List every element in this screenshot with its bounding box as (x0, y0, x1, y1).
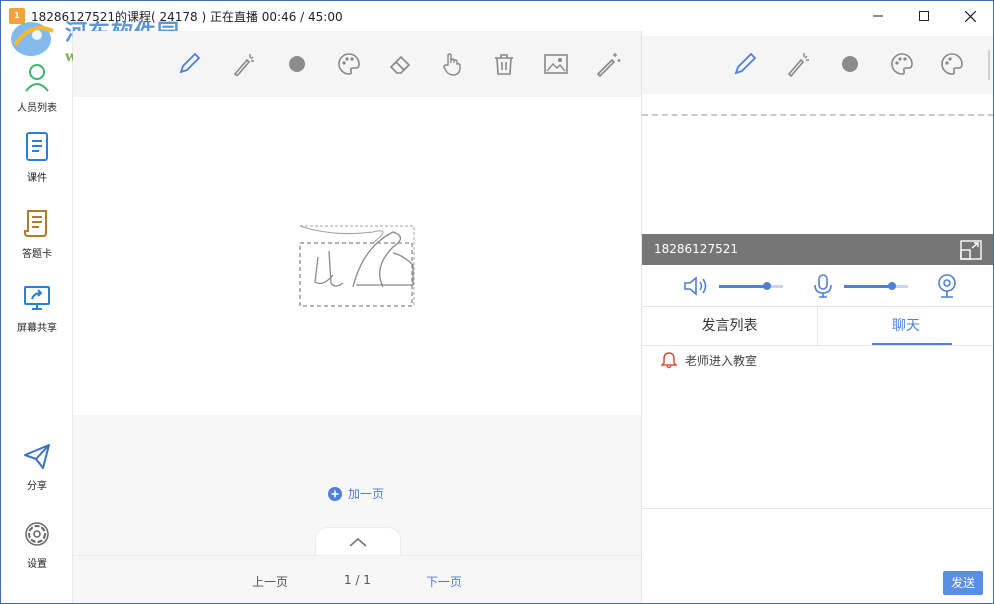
color-tool[interactable] (888, 50, 916, 78)
palette-icon (941, 53, 963, 75)
speaker-button[interactable] (682, 273, 710, 299)
clear-tool[interactable] (491, 51, 517, 77)
next-page-button[interactable]: 下一页 (426, 573, 462, 590)
video-info-bar: 18286127521 (642, 234, 993, 265)
page-thumbnail-area: 加一页 (73, 415, 641, 555)
sidebar-item-courseware[interactable]: 课件 (1, 131, 73, 184)
image-tool[interactable] (543, 51, 569, 77)
app-icon: 1 (9, 8, 25, 24)
maximize-icon (919, 11, 929, 21)
eraser-icon (389, 55, 411, 74)
page-indicator: 1 / 1 (344, 573, 371, 587)
whiteboard-toolbar (73, 31, 641, 97)
sidebar-item-answer-card[interactable]: 答题卡 (1, 207, 73, 260)
sidebar: 人员列表 课件 答题卡 屏幕共享 分享 设置 (1, 31, 73, 603)
plus-circle-icon (328, 486, 342, 501)
hand-icon (443, 53, 461, 76)
sidebar-item-label: 课件 (27, 173, 47, 184)
sidebar-item-screen-share[interactable]: 屏幕共享 (1, 283, 73, 334)
answer-card-icon (24, 210, 47, 237)
av-controls (642, 265, 993, 307)
camera-button[interactable] (933, 273, 961, 299)
trash-icon (495, 54, 513, 75)
speaker-volume-slider[interactable] (719, 282, 783, 290)
dot-icon (289, 56, 305, 72)
laser-tool[interactable] (784, 50, 812, 78)
gear-icon (25, 522, 49, 546)
prev-page-button[interactable]: 上一页 (252, 573, 288, 590)
app-window: 1 18286127521的课程( 24178 ) 正在直播 00:46 / 4… (0, 0, 994, 604)
stroke-size-tool[interactable] (836, 50, 864, 78)
maximize-button[interactable] (901, 1, 947, 31)
dashed-divider (642, 114, 993, 116)
laser-pointer-icon (787, 53, 809, 77)
speaker-volume-knob[interactable] (763, 282, 771, 290)
minimize-button[interactable] (855, 1, 901, 31)
palette-icon (338, 53, 360, 75)
close-icon (964, 10, 976, 22)
add-page-button[interactable]: 加一页 (327, 485, 384, 502)
pager: 上一页 1 / 1 下一页 (73, 555, 641, 603)
stroke-size-tool[interactable] (284, 51, 310, 77)
mic-volume-knob[interactable] (888, 282, 896, 290)
tab-chat[interactable]: 聊天 (818, 307, 993, 345)
collapse-thumbnails-button[interactable] (315, 527, 401, 555)
bell-icon (661, 352, 677, 369)
sidebar-item-share[interactable]: 分享 (1, 441, 73, 492)
sidebar-item-label: 人员列表 (17, 103, 57, 114)
sidebar-item-label: 答题卡 (22, 249, 52, 260)
laser-tool[interactable] (230, 51, 256, 77)
color-tool-2[interactable] (938, 50, 966, 78)
chat-message: 老师进入教室 (661, 351, 757, 369)
microphone-icon (814, 274, 832, 298)
screen-share-icon (24, 286, 50, 310)
close-button[interactable] (947, 1, 993, 31)
magic-tool[interactable] (595, 51, 621, 77)
chat-input-area[interactable]: 发送 (642, 508, 993, 603)
expand-icon[interactable] (960, 240, 982, 260)
video-user-id: 18286127521 (654, 242, 738, 256)
webcam-icon (938, 274, 956, 298)
courseware-icon (26, 132, 48, 161)
panel-tabs: 发言列表 聊天 (642, 307, 993, 346)
toolbar-scrollbar[interactable] (988, 50, 990, 80)
whiteboard-drawing (299, 225, 415, 307)
people-icon (25, 64, 49, 92)
tab-speaking-list[interactable]: 发言列表 (642, 307, 818, 345)
laser-pointer-icon (233, 54, 254, 76)
send-button[interactable]: 发送 (943, 571, 983, 595)
sidebar-item-settings[interactable]: 设置 (1, 519, 73, 570)
pen-tool[interactable] (176, 51, 202, 77)
mic-button[interactable] (809, 273, 837, 299)
active-tab-indicator (872, 343, 952, 345)
right-panel-toolbar (642, 36, 993, 94)
sidebar-item-people[interactable]: 人员列表 (1, 61, 73, 114)
pen-tool[interactable] (731, 50, 759, 78)
eraser-tool[interactable] (387, 51, 413, 77)
minimize-icon (873, 15, 883, 17)
pen-icon (734, 52, 757, 75)
palette-icon (891, 53, 913, 75)
magic-wand-icon (596, 53, 621, 77)
chevron-up-icon (349, 537, 367, 547)
dot-icon (842, 56, 858, 72)
speaker-volume-fill (719, 285, 767, 288)
sidebar-item-label: 屏幕共享 (17, 323, 57, 334)
mic-volume-fill (844, 285, 892, 288)
paper-plane-icon (24, 444, 50, 469)
window-title: 18286127521的课程( 24178 ) 正在直播 00:46 / 45:… (31, 10, 343, 24)
hand-tool[interactable] (439, 51, 465, 77)
add-page-label: 加一页 (348, 487, 385, 501)
speaker-icon (684, 276, 707, 296)
sidebar-item-label: 分享 (27, 481, 47, 492)
pen-icon (179, 52, 201, 74)
image-icon (544, 54, 568, 74)
sidebar-item-label: 设置 (27, 559, 47, 570)
color-tool[interactable] (336, 51, 362, 77)
chat-message-text: 老师进入教室 (685, 353, 758, 368)
title-bar: 1 18286127521的课程( 24178 ) 正在直播 00:46 / 4… (1, 1, 993, 31)
mic-volume-slider[interactable] (844, 282, 908, 290)
whiteboard-canvas[interactable] (73, 97, 641, 415)
